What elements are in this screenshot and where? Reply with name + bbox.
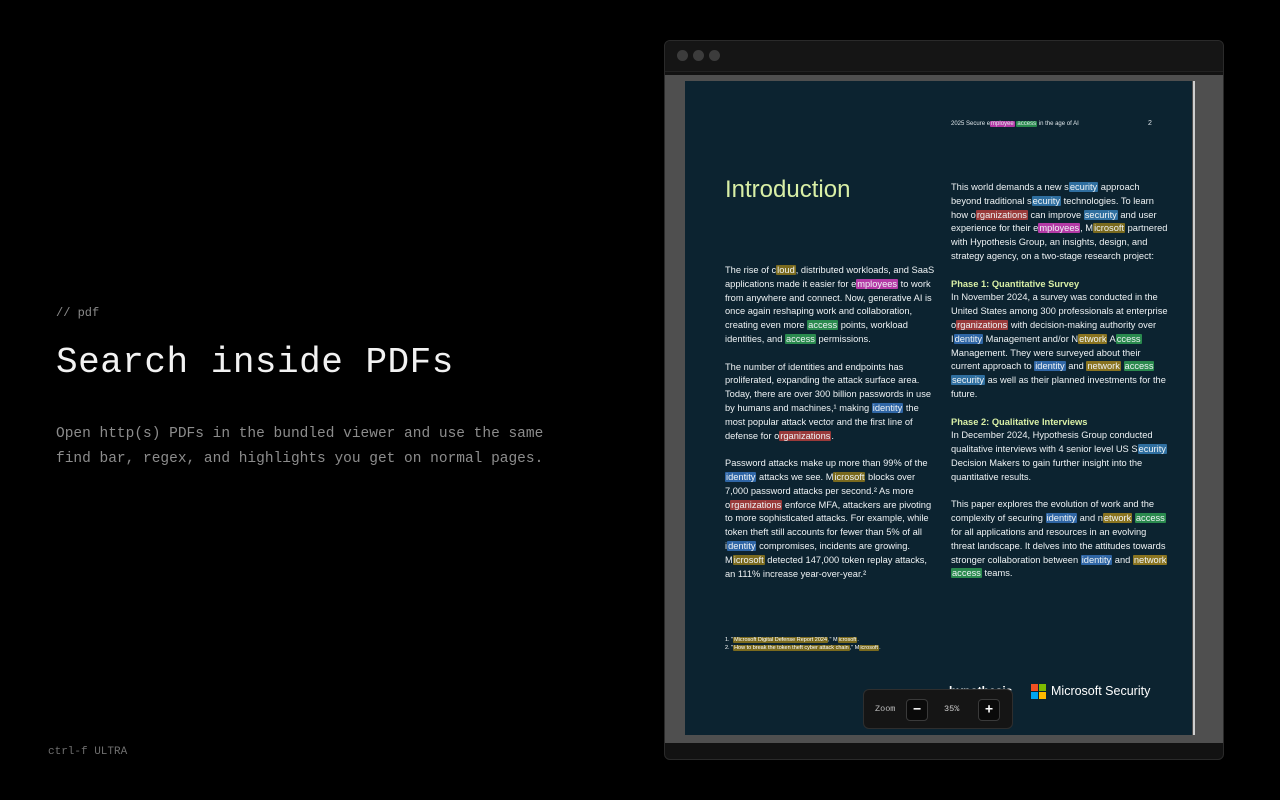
page-edge-divider <box>1193 81 1195 735</box>
zoom-controls: Zoom − 35% + <box>863 689 1013 729</box>
microsoft-logo-icon <box>1031 684 1046 699</box>
microsoft-security-label: Microsoft Security <box>1051 684 1151 698</box>
minus-icon: − <box>913 702 921 717</box>
zoom-label: Zoom <box>875 704 896 714</box>
window-dot-icon <box>677 50 688 61</box>
pdf-page: 2025 Secure employee access in the age o… <box>685 81 1192 735</box>
plus-icon: + <box>985 702 993 717</box>
section-eyebrow: // pdf <box>56 306 100 320</box>
page-description: Open http(s) PDFs in the bundled viewer … <box>56 426 544 467</box>
window-titlebar <box>665 41 1223 72</box>
pdf-column-right: This world demands a new security approa… <box>951 182 1168 579</box>
window-dot-icon <box>693 50 704 61</box>
pdf-viewer-window: 2025 Secure employee access in the age o… <box>664 40 1224 760</box>
zoom-in-button[interactable]: + <box>978 699 1000 721</box>
pdf-running-head: 2025 Secure employee access in the age o… <box>951 121 1079 127</box>
brand-label: ctrl-f ULTRA <box>48 746 128 758</box>
pdf-column-left: The rise of cloud, distributed workloads… <box>725 265 935 579</box>
zoom-value: 35% <box>944 704 960 714</box>
pdf-viewport[interactable]: 2025 Secure employee access in the age o… <box>665 75 1223 743</box>
pdf-page-number: 2 <box>1148 120 1152 127</box>
page-title: Search inside PDFs <box>56 342 454 383</box>
zoom-out-button[interactable]: − <box>906 699 928 721</box>
window-dot-icon <box>709 50 720 61</box>
pdf-footnotes: 1. "Microsoft Digital Defense Report 202… <box>725 637 881 651</box>
pdf-heading: Introduction <box>725 176 851 203</box>
